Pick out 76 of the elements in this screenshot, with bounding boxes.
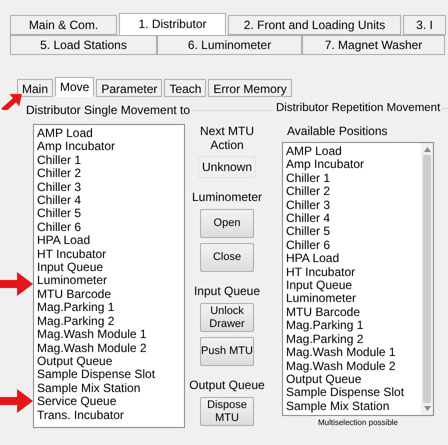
list-item[interactable]: Amp Incubator (37, 140, 184, 154)
list-label: Available Positions (287, 123, 389, 140)
list-item[interactable]: Amp Incubator (286, 158, 421, 172)
list-item[interactable]: Chiller 1 (37, 154, 184, 168)
action-button[interactable]: Dispose MTU (200, 397, 254, 426)
group-label: Output Queue (189, 377, 265, 394)
action-button[interactable]: Unlock Drawer (200, 303, 254, 332)
list-item[interactable]: Luminometer (37, 274, 184, 288)
list-item[interactable]: Sample Mix Station (37, 382, 184, 396)
pointer-arrow-icon (0, 389, 33, 413)
next-action-label: Next MTU Action (199, 124, 255, 152)
tab[interactable]: 3. I (403, 15, 446, 35)
group-label: Luminometer (192, 189, 262, 206)
list-item[interactable]: Mag.Wash Module 1 (37, 328, 184, 342)
tab[interactable]: 2. Front and Loading Units (228, 15, 401, 35)
next-action-value: Unknown (198, 156, 256, 178)
tab[interactable]: 5. Load Stations (10, 35, 157, 55)
tab[interactable]: Main (17, 79, 54, 97)
action-button[interactable]: Push MTU (200, 337, 254, 366)
list-item[interactable]: HPA Load (37, 234, 184, 248)
list-item[interactable]: Chiller 2 (37, 167, 184, 181)
list-item[interactable]: Sample Dispense Slot (286, 386, 421, 400)
list-item[interactable]: Chiller 6 (37, 220, 184, 234)
list-item[interactable]: HPA Load (286, 252, 421, 266)
list-item[interactable]: Sample Dispense Slot (37, 368, 184, 382)
list-item[interactable]: AMP Load (286, 145, 421, 158)
pointer-arrow-icon (0, 272, 33, 296)
scrollbar[interactable] (421, 143, 433, 415)
tab[interactable]: Teach (164, 79, 206, 97)
list-item[interactable]: AMP Load (37, 127, 184, 140)
tab[interactable]: Move (55, 77, 94, 97)
list-item[interactable]: Luminometer (286, 292, 421, 306)
list-item[interactable]: Trans. Incubator (37, 408, 184, 422)
list-item[interactable]: Chiller 2 (286, 185, 421, 199)
tab[interactable]: Error Memory (208, 79, 292, 97)
list-item[interactable]: HT Incubator (286, 266, 421, 280)
list-item[interactable]: Chiller 6 (286, 238, 421, 252)
list-item[interactable]: HT Incubator (37, 248, 184, 262)
tab[interactable]: 1. Distributor (119, 13, 226, 35)
scroll-down-icon[interactable] (424, 406, 430, 411)
list-item[interactable]: Chiller 4 (37, 194, 184, 208)
list-item[interactable]: Mag.Wash Module 1 (286, 346, 421, 360)
list-item[interactable]: Chiller 3 (37, 180, 184, 194)
action-button[interactable]: Close (200, 243, 254, 272)
action-button[interactable]: Open (200, 209, 254, 238)
scroll-up-icon[interactable] (424, 147, 430, 152)
tab[interactable]: Main & Com. (10, 15, 117, 35)
list-item[interactable]: Chiller 5 (37, 207, 184, 221)
position-list[interactable] (33, 124, 185, 428)
list-item[interactable]: Chiller 3 (286, 198, 421, 212)
group-label: Input Queue (194, 283, 260, 300)
list-item[interactable]: Input Queue (37, 261, 184, 274)
list-item[interactable]: MTU Barcode (286, 306, 421, 320)
list-item[interactable]: Output Queue (286, 372, 421, 386)
tab[interactable]: Parameter (96, 79, 162, 97)
list-item[interactable]: Mag.Wash Module 2 (37, 342, 184, 355)
list-item[interactable]: MTU Barcode (37, 288, 184, 302)
list-item[interactable]: Mag.Parking 2 (286, 332, 421, 346)
pointer-arrow-icon (0, 94, 25, 110)
group-title: Distributor Repetition Movement (276, 101, 440, 115)
list-item[interactable]: Sample Mix Station (286, 400, 421, 414)
list-item[interactable]: Output Queue (37, 354, 184, 368)
list-item[interactable]: Chiller 5 (286, 225, 421, 239)
list-item[interactable]: Mag.Parking 2 (37, 314, 184, 328)
hint-text: Multiselection possible (316, 417, 400, 429)
list-item[interactable]: Mag.Parking 1 (37, 301, 184, 315)
list-item[interactable]: Service Queue (37, 395, 184, 409)
list-item[interactable]: Chiller 4 (286, 212, 421, 226)
tab[interactable]: 6. Luminometer (157, 35, 302, 55)
list-item[interactable]: Mag.Wash Module 2 (286, 360, 421, 373)
list-item[interactable]: Input Queue (286, 279, 421, 292)
multi-select-list[interactable] (282, 142, 434, 416)
group-title: Distributor Single Movement to (26, 102, 190, 119)
tab[interactable]: 7. Magnet Washer (302, 35, 445, 55)
list-item[interactable]: Mag.Parking 1 (286, 319, 421, 333)
list-item[interactable]: Chiller 1 (286, 172, 421, 186)
